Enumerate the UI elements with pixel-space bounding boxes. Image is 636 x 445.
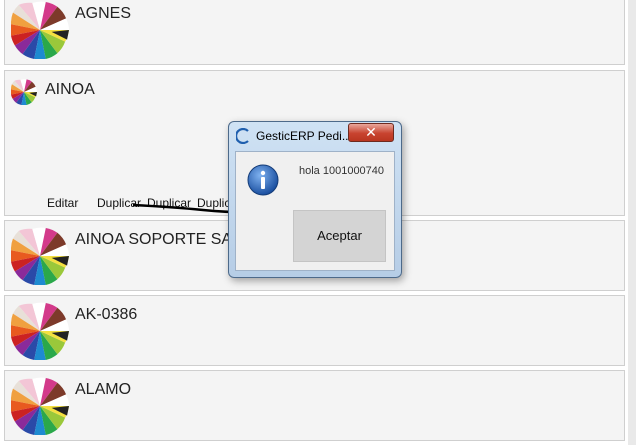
accept-button[interactable]: Aceptar — [293, 210, 386, 262]
app-logo-icon — [236, 128, 249, 144]
close-button[interactable]: ✕ — [348, 123, 394, 142]
customer-name: AINOA — [45, 81, 95, 98]
color-fan-icon — [11, 302, 69, 360]
dialog-body: hola 1001000740 Aceptar — [235, 151, 395, 271]
message-dialog: GesticERP Pedi... ✕ hola 1001000740 Acep… — [228, 121, 402, 278]
customer-card-agnes[interactable]: AGNES — [4, 0, 625, 65]
edit-link[interactable]: Editar — [47, 196, 78, 210]
customer-name: ALAMO — [75, 381, 132, 398]
color-fan-icon — [11, 79, 37, 105]
customer-card-ak-0386[interactable]: AK-0386 — [4, 295, 625, 366]
color-fan-icon — [11, 227, 69, 285]
info-icon — [247, 164, 279, 196]
color-fan-icon — [11, 377, 69, 435]
customer-name: AK-0386 — [75, 306, 138, 323]
dialog-message: hola 1001000740 — [299, 165, 385, 177]
dialog-title: GesticERP Pedi... — [256, 129, 352, 143]
customer-name: AGNES — [75, 5, 132, 22]
color-fan-icon — [11, 1, 69, 59]
vertical-scrollbar[interactable] — [628, 0, 636, 445]
customer-card-alamo[interactable]: ALAMO — [4, 370, 625, 441]
customer-name: AINOA SOPORTE SAR — [75, 231, 244, 248]
